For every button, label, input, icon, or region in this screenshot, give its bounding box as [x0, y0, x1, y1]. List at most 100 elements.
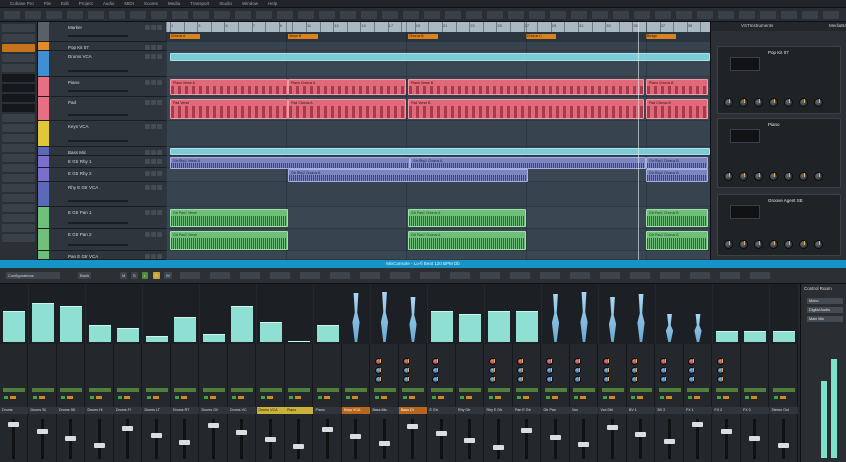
inspector-row[interactable]	[2, 224, 35, 232]
toolbar-button[interactable]	[529, 11, 545, 19]
toolbar-button[interactable]	[277, 11, 293, 19]
insert-slot[interactable]	[345, 388, 367, 392]
insert-slot[interactable]	[687, 388, 709, 392]
track-lane[interactable]	[166, 42, 710, 51]
eq-knob[interactable]	[488, 367, 496, 374]
channel-fader-track[interactable]	[97, 419, 101, 459]
read-led[interactable]	[437, 396, 444, 399]
menu-item-midi[interactable]: MIDI	[124, 0, 134, 8]
track-header[interactable]: E Gtr Pan 1	[38, 207, 166, 229]
record-button[interactable]	[157, 54, 162, 59]
menu-item-window[interactable]: Window	[242, 0, 258, 8]
toolbar-button[interactable]	[571, 11, 587, 19]
monitor-led[interactable]	[118, 396, 122, 399]
channel-name[interactable]: Vox	[570, 407, 598, 414]
clip-pan2[interactable]: Gtr Pan2 Chorus B	[646, 231, 708, 250]
clip-pad[interactable]: Pad Chorus A	[288, 99, 406, 119]
clip-pad[interactable]: Pad Verse	[170, 99, 288, 119]
menu-item-edit[interactable]: Edit	[61, 0, 69, 8]
toolbar-button[interactable]	[172, 11, 188, 19]
mute-button[interactable]	[145, 100, 150, 105]
monitor-led[interactable]	[146, 396, 151, 399]
insert-slot[interactable]	[487, 388, 510, 392]
toolbar-button[interactable]	[592, 11, 608, 19]
mixer-channel[interactable]: Drums LT	[142, 284, 171, 462]
channel-name[interactable]: Drums SL	[28, 407, 57, 414]
eq-knob[interactable]	[659, 358, 667, 365]
marker[interactable]: Chorus B	[408, 34, 438, 39]
inspector-row[interactable]	[2, 114, 35, 122]
vst-tab[interactable]: VSTInstruments	[741, 23, 773, 28]
inspector-row[interactable]	[2, 234, 35, 242]
insert-slot[interactable]	[31, 388, 54, 392]
instrument-knob[interactable]	[814, 240, 823, 249]
mixer-channel[interactable]: Drums Fl	[114, 284, 142, 462]
instrument-knob[interactable]	[724, 172, 733, 181]
channel-fader[interactable]	[65, 436, 76, 441]
clip-pan1[interactable]: Gtr Pan1 Chorus A	[408, 209, 526, 227]
solo-button[interactable]	[151, 100, 156, 105]
insert-slot[interactable]	[459, 388, 481, 392]
insert-slot[interactable]	[117, 388, 139, 392]
clip-gtr2[interactable]: Gtr Rhy2 Chorus A	[288, 169, 528, 182]
instrument-knob[interactable]	[814, 98, 823, 107]
channel-name[interactable]: Pan E Gtr	[513, 407, 541, 414]
toolbar-button[interactable]	[445, 11, 461, 19]
eq-knob[interactable]	[403, 376, 410, 383]
eq-knob[interactable]	[574, 367, 581, 374]
insert-slot[interactable]	[573, 388, 595, 392]
read-led[interactable]	[580, 396, 586, 399]
mixer-channel[interactable]: Keys VCA	[342, 284, 370, 462]
insert-slot[interactable]	[744, 388, 766, 392]
marker[interactable]: Verse B	[288, 34, 318, 39]
track-header[interactable]: E Gtr Rhy 1	[38, 156, 166, 168]
read-led[interactable]	[323, 396, 330, 399]
read-led[interactable]	[67, 396, 73, 399]
inspector-row[interactable]	[2, 194, 35, 202]
monitor-led[interactable]	[773, 396, 778, 399]
inspector-row[interactable]	[2, 164, 35, 172]
eq-knob[interactable]	[602, 358, 610, 365]
channel-fader[interactable]	[236, 430, 247, 435]
clip-pan2[interactable]: Gtr Pan2 Chorus A	[408, 231, 526, 250]
channel-fader-track[interactable]	[439, 419, 443, 459]
solo-button[interactable]	[151, 80, 156, 85]
eq-knob[interactable]	[631, 367, 638, 374]
track-header[interactable]: E Gtr Pan 2	[38, 229, 166, 251]
toolbar-button[interactable]	[88, 11, 104, 19]
channel-fader-track[interactable]	[525, 419, 528, 459]
channel-name[interactable]: Drums	[0, 407, 28, 414]
record-button[interactable]	[157, 185, 162, 190]
mixer-toolbar-button[interactable]	[210, 272, 230, 279]
channel-name[interactable]: Drums VCA	[256, 407, 285, 414]
track-lane[interactable]	[166, 251, 710, 260]
vst-tab[interactable]: MediaBay	[829, 23, 846, 28]
eq-knob[interactable]	[631, 358, 638, 365]
track-volume-fader[interactable]	[68, 244, 128, 246]
instrument-knob[interactable]	[769, 172, 778, 181]
channel-name[interactable]: Piano	[285, 407, 313, 414]
playback-cursor[interactable]	[638, 22, 639, 260]
read-led[interactable]	[38, 396, 45, 399]
channel-fader[interactable]	[749, 436, 760, 441]
toolbar-button[interactable]	[340, 11, 356, 19]
instrument-knob[interactable]	[754, 240, 763, 249]
toolbar-button[interactable]	[46, 11, 62, 19]
mixer-toolbar-button[interactable]	[450, 272, 470, 279]
eq-knob[interactable]	[602, 376, 610, 383]
track-volume-fader[interactable]	[68, 222, 128, 224]
channel-fader-track[interactable]	[297, 419, 300, 459]
toolbar-button[interactable]	[67, 11, 83, 19]
read-led[interactable]	[181, 396, 187, 399]
record-button[interactable]	[157, 25, 162, 30]
channel-fader-track[interactable]	[240, 419, 243, 459]
bank-button[interactable]: Bank	[78, 272, 92, 279]
toolbar-button[interactable]	[235, 11, 251, 19]
eq-knob[interactable]	[688, 358, 695, 365]
instrument-knob[interactable]	[724, 240, 733, 249]
eq-knob[interactable]	[716, 376, 724, 383]
clip-gtr1[interactable]: Gtr Rhy1 Chorus A	[410, 157, 646, 169]
insert-slot[interactable]	[544, 388, 567, 392]
insert-slot[interactable]	[316, 388, 339, 392]
timeline-ruler[interactable]: 1 3 5 7 9 11 13 15 17 19 21 23 25 27 29 31 33 35 37 39	[166, 22, 710, 32]
